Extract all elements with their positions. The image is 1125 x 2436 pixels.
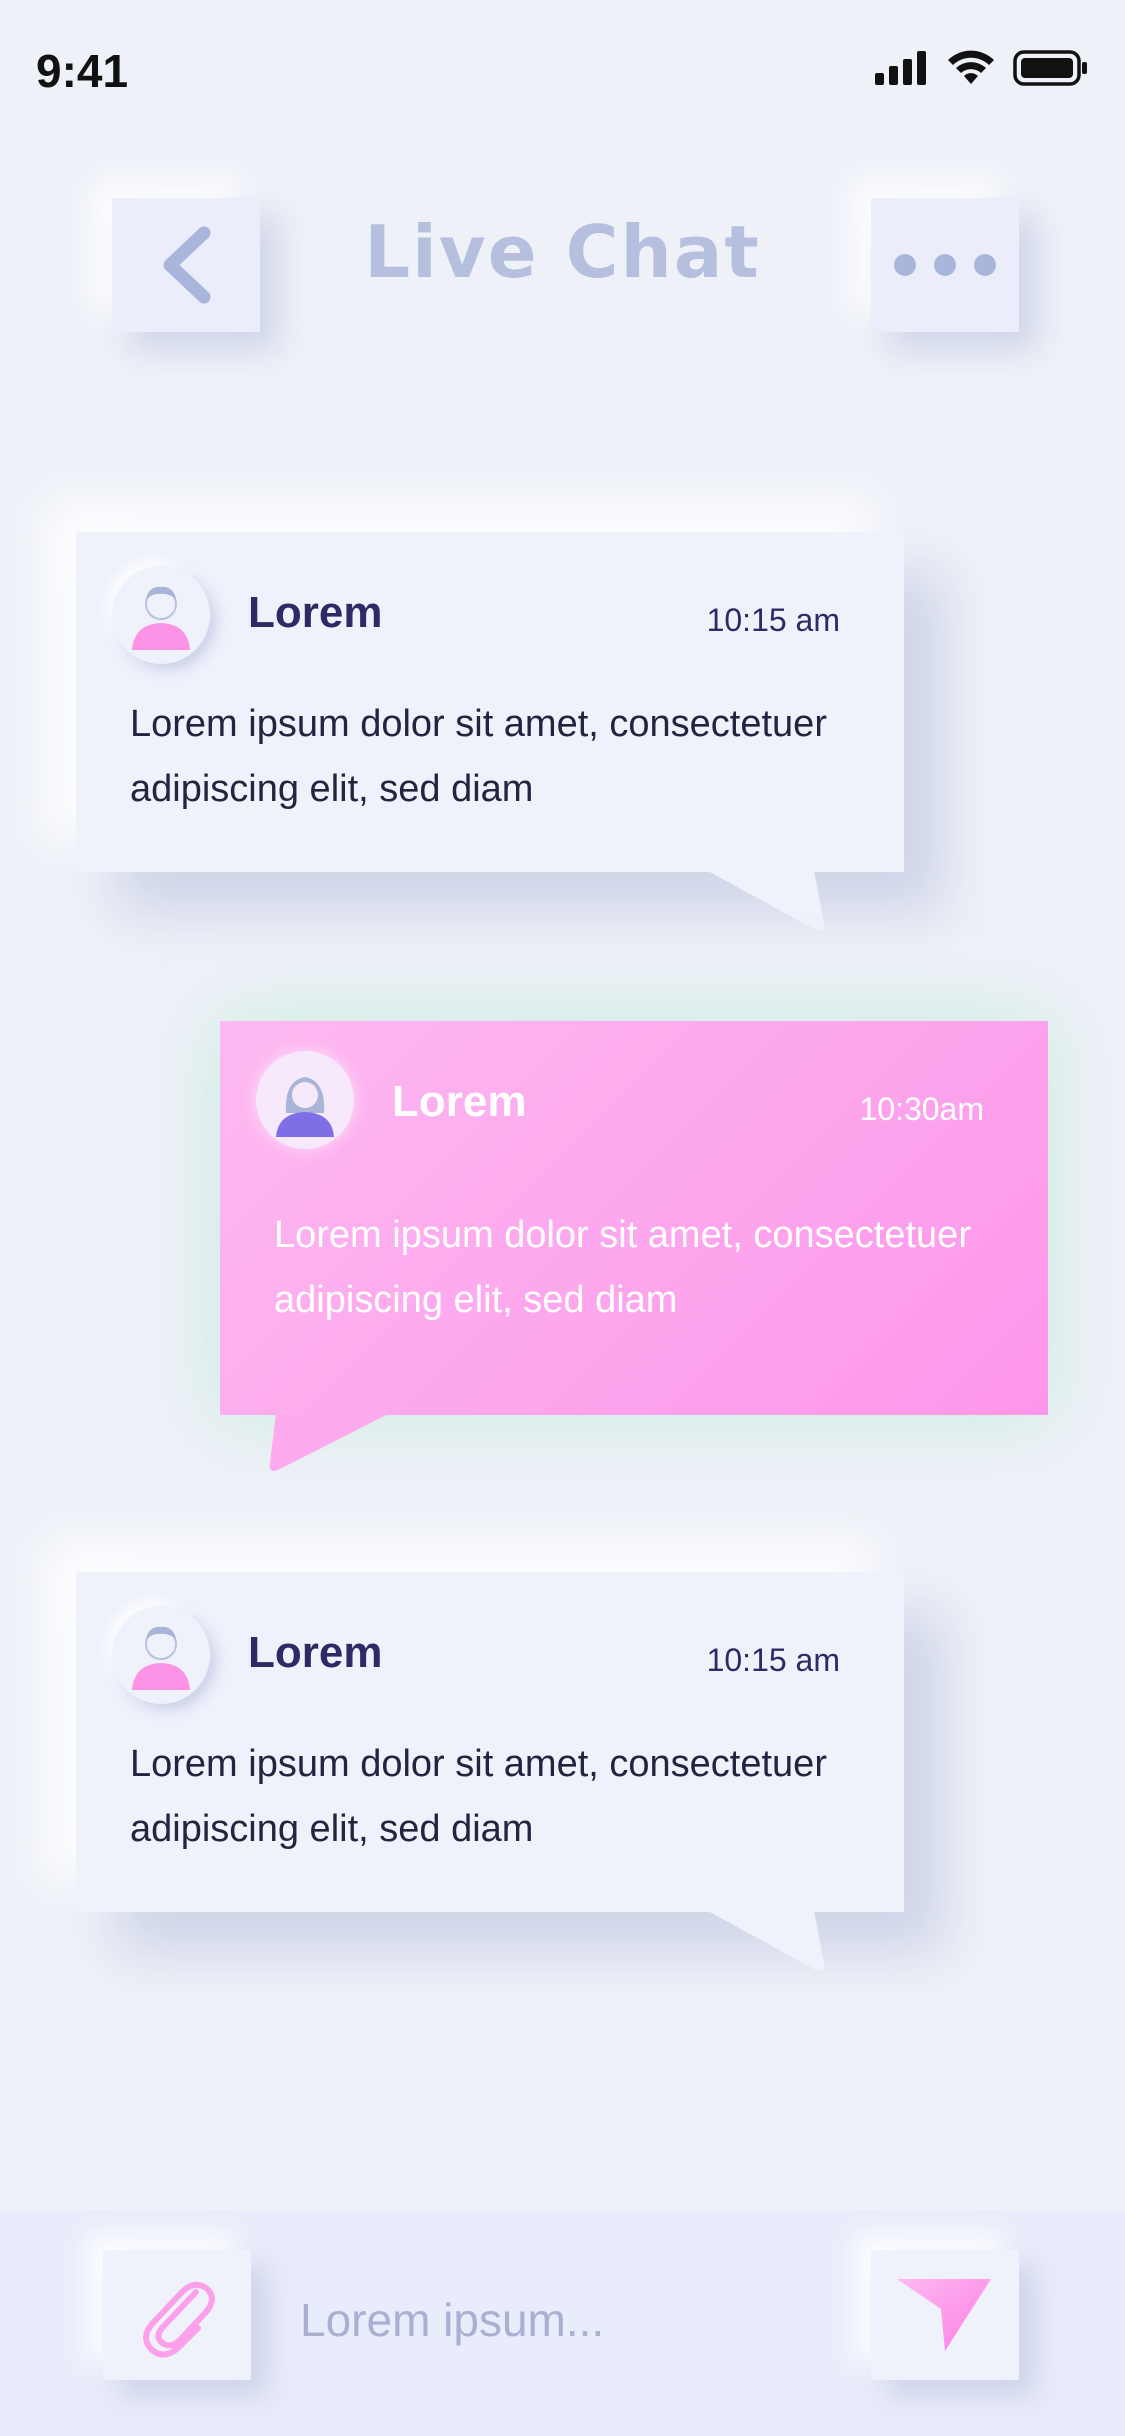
battery-icon <box>1013 50 1087 86</box>
more-options-button[interactable] <box>871 198 1019 332</box>
send-icon <box>897 2279 991 2351</box>
message-time: 10:15 am <box>706 602 840 638</box>
bubble-tail <box>706 870 825 931</box>
avatar[interactable] <box>112 1606 210 1704</box>
bubble-tail <box>269 1413 390 1471</box>
male-avatar-icon <box>132 586 190 650</box>
attach-button[interactable] <box>103 2250 251 2380</box>
wifi-icon <box>948 50 994 84</box>
status-time: 9:41 <box>36 45 129 97</box>
message-text: Lorem ipsum dolor sit amet, consectetuer… <box>274 1214 971 1321</box>
female-avatar-icon <box>276 1077 334 1137</box>
message-time: 10:15 am <box>706 1642 840 1678</box>
signal-icon <box>875 51 926 85</box>
chat-message[interactable]: Lorem 10:15 am Lorem ipsum dolor sit ame… <box>76 1572 904 1971</box>
sender-name: Lorem <box>248 588 383 637</box>
avatar[interactable] <box>112 566 210 664</box>
chat-message[interactable]: Lorem 10:15 am Lorem ipsum dolor sit ame… <box>76 532 904 931</box>
status-icons <box>875 50 1089 86</box>
bubble-tail <box>706 1910 825 1971</box>
male-avatar-icon <box>132 1626 190 1690</box>
message-time: 10:30am <box>859 1091 984 1127</box>
message-text: Lorem ipsum dolor sit amet, consectetuer… <box>130 1743 827 1850</box>
sender-name: Lorem <box>392 1077 527 1126</box>
paperclip-icon <box>143 2281 215 2358</box>
sender-name: Lorem <box>248 1628 383 1677</box>
message-input[interactable] <box>300 2280 800 2360</box>
chat-message-highlighted[interactable]: Lorem 10:30am Lorem ipsum dolor sit amet… <box>220 1021 1048 1471</box>
message-text: Lorem ipsum dolor sit amet, consectetuer… <box>130 703 827 810</box>
more-dots-icon <box>894 254 996 276</box>
avatar[interactable] <box>256 1051 354 1149</box>
send-button[interactable] <box>871 2250 1019 2380</box>
